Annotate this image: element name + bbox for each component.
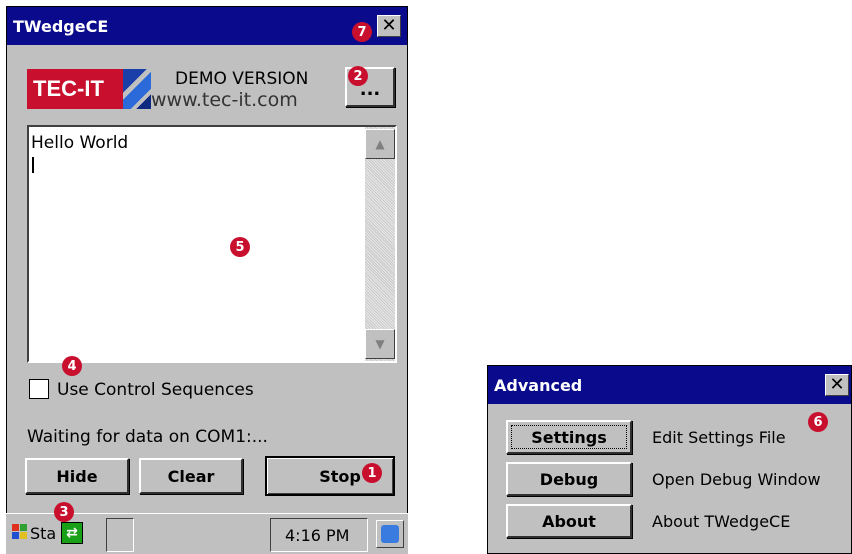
callout-badge-7: 7 (352, 22, 372, 42)
callout-badge-3: 3 (54, 502, 74, 522)
triangle-up-icon: ▲ (375, 137, 385, 151)
hide-button[interactable]: Hide (25, 458, 129, 494)
scroll-down-button[interactable]: ▼ (365, 329, 395, 359)
callout-badge-2: 2 (348, 66, 368, 86)
callout-badge-5: 5 (230, 237, 250, 257)
data-text-area[interactable]: Hello World ▲ ▼ (27, 125, 397, 363)
status-text: Waiting for data on COM1:... (27, 427, 268, 447)
demo-version-label: DEMO VERSION (175, 69, 309, 89)
close-icon: ✕ (381, 15, 397, 36)
title-bar: TWedgeCE (7, 7, 407, 45)
tec-it-logo: TEC-IT (27, 69, 135, 109)
twedge-tray-icon[interactable]: ⇄ (61, 522, 83, 544)
callout-badge-6: 6 (808, 412, 828, 432)
clock-time: 4:16 PM (285, 526, 350, 545)
debug-button[interactable]: Debug (506, 462, 632, 496)
text-cursor (32, 157, 34, 173)
keyboard-icon (381, 525, 399, 543)
scroll-up-button[interactable]: ▲ (365, 129, 395, 159)
windows-flag-icon (12, 524, 28, 540)
triangle-down-icon: ▼ (375, 337, 385, 351)
callout-badge-4: 4 (62, 356, 82, 376)
advanced-close-button[interactable]: ✕ (825, 374, 849, 396)
checkbox-label: Use Control Sequences (57, 380, 254, 400)
close-button[interactable]: ✕ (377, 15, 401, 37)
debug-description: Open Debug Window (652, 470, 821, 489)
advanced-window: Advanced ✕ Settings Edit Settings File D… (487, 365, 852, 554)
window-title: TWedgeCE (13, 16, 109, 36)
text-line: Hello World (31, 133, 129, 153)
logo-flag-icon (123, 69, 151, 109)
taskbar-slot[interactable] (106, 518, 134, 552)
twedgece-window: TWedgeCE ✕ TEC-IT DEMO VERSION www.tec-i… (6, 6, 408, 554)
start-button[interactable]: Sta (30, 524, 56, 543)
settings-button[interactable]: Settings (506, 420, 632, 454)
callout-badge-1: 1 (362, 463, 382, 483)
advanced-title: Advanced (494, 375, 583, 395)
clock-tray: 4:16 PM (270, 518, 368, 552)
advanced-title-bar: Advanced (488, 366, 851, 404)
clear-button[interactable]: Clear (139, 458, 243, 494)
settings-description: Edit Settings File (652, 428, 786, 447)
about-description: About TWedgeCE (652, 512, 791, 531)
vertical-scrollbar[interactable]: ▲ ▼ (365, 127, 395, 361)
website-url: www.tec-it.com (151, 89, 298, 111)
sip-keyboard-button[interactable] (376, 520, 404, 548)
about-button[interactable]: About (506, 504, 632, 538)
control-sequences-checkbox[interactable] (29, 379, 49, 399)
close-icon: ✕ (829, 374, 845, 395)
